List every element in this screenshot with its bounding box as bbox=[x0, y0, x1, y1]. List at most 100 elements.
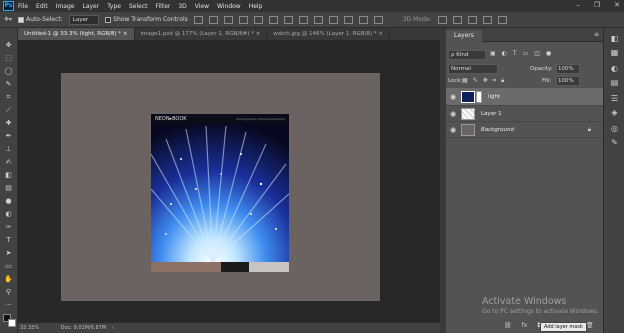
show-transform-checkbox[interactable]: Show Transform Controls bbox=[105, 16, 188, 23]
crop-tool-icon[interactable]: ⌗ bbox=[3, 93, 14, 102]
swatches-panel-icon[interactable]: ▦ bbox=[609, 48, 620, 58]
distribute-top-icon[interactable] bbox=[283, 15, 293, 24]
move-tool-preset-icon[interactable]: ✥▾ bbox=[4, 16, 12, 23]
layer-row-layer-1[interactable]: ◉ Layer 1 bbox=[446, 106, 603, 122]
lasso-tool-icon[interactable]: ◯ bbox=[3, 67, 14, 76]
align-top-icon[interactable] bbox=[193, 15, 203, 24]
quick-select-tool-icon[interactable]: ✎ bbox=[3, 80, 14, 89]
layer-1-image-strip[interactable] bbox=[151, 262, 289, 272]
healing-brush-tool-icon[interactable]: ✚ bbox=[3, 119, 14, 128]
zoom-tool-icon[interactable]: ⚲ bbox=[3, 288, 14, 297]
zoom-level[interactable]: 33.33% bbox=[20, 325, 39, 331]
light-burst-image[interactable]: NEON▸BOOK photographer name placeholder bbox=[151, 114, 289, 262]
distribute-vcenter-icon[interactable] bbox=[298, 15, 308, 24]
align-bottom-icon[interactable] bbox=[223, 15, 233, 24]
eraser-tool-icon[interactable]: ◧ bbox=[3, 171, 14, 180]
libraries-panel-icon[interactable]: ▤ bbox=[609, 78, 620, 88]
tab-watch[interactable]: watch.jpg @ 146% (Layer 1, RGB/8) * × bbox=[267, 28, 390, 40]
layer-name[interactable]: Layer 1 bbox=[481, 111, 502, 117]
smart-object-filter-icon[interactable]: ◫ bbox=[534, 50, 540, 57]
3d-scale-icon[interactable] bbox=[497, 15, 507, 24]
marquee-tool-icon[interactable]: ⬚ bbox=[3, 54, 14, 63]
brush-tool-icon[interactable]: ✒ bbox=[3, 132, 14, 141]
layers-tab[interactable]: Layers bbox=[446, 30, 482, 42]
adjustments-panel-icon[interactable]: ◐ bbox=[609, 64, 620, 74]
pixel-filter-icon[interactable]: ▣ bbox=[490, 50, 496, 57]
delete-layer-icon[interactable]: 🗑︎ bbox=[586, 322, 594, 329]
3d-drag-icon[interactable] bbox=[467, 15, 477, 24]
minimize-icon[interactable]: – bbox=[576, 1, 580, 9]
fill-input[interactable]: 100% bbox=[556, 76, 580, 86]
restore-icon[interactable]: ❐ bbox=[594, 1, 600, 9]
visibility-eye-icon[interactable]: ◉ bbox=[446, 110, 460, 118]
link-layers-icon[interactable]: ⛓ bbox=[504, 322, 512, 329]
auto-select-checkbox[interactable]: Auto-Select: bbox=[18, 16, 63, 23]
channels-panel-icon[interactable]: ◎ bbox=[609, 124, 620, 134]
lock-position-icon[interactable]: ✥ bbox=[483, 77, 488, 85]
pen-tool-icon[interactable]: ✑ bbox=[3, 223, 14, 232]
layer-row-light[interactable]: ◉ light bbox=[446, 88, 603, 106]
menu-view[interactable]: View bbox=[195, 3, 209, 10]
gradient-tool-icon[interactable]: ▤ bbox=[3, 184, 14, 193]
hand-tool-icon[interactable]: ✋ bbox=[3, 275, 14, 284]
clone-stamp-tool-icon[interactable]: ⊥ bbox=[3, 145, 14, 154]
menu-image[interactable]: Image bbox=[56, 3, 75, 10]
align-hcenter-icon[interactable] bbox=[253, 15, 263, 24]
layers-panel-icon[interactable]: ◈ bbox=[609, 108, 620, 118]
background-color-swatch[interactable] bbox=[8, 319, 16, 327]
lock-artboard-icon[interactable]: ⌗ bbox=[493, 77, 496, 85]
menu-edit[interactable]: Edit bbox=[36, 3, 48, 10]
type-filter-icon[interactable]: T bbox=[513, 50, 517, 57]
shape-filter-icon[interactable]: ▭ bbox=[523, 50, 529, 57]
3d-slide-icon[interactable] bbox=[482, 15, 492, 24]
menu-help[interactable]: Help bbox=[249, 3, 263, 10]
opacity-input[interactable]: 100% bbox=[556, 64, 580, 74]
layer-mask-thumbnail[interactable] bbox=[476, 90, 482, 103]
distribute-left-icon[interactable] bbox=[328, 15, 338, 24]
distribute-hcenter-icon[interactable] bbox=[343, 15, 353, 24]
menu-layer[interactable]: Layer bbox=[82, 3, 99, 10]
menu-select[interactable]: Select bbox=[129, 3, 148, 10]
adjustment-filter-icon[interactable]: ◐ bbox=[502, 50, 507, 57]
lock-image-icon[interactable]: ✎ bbox=[473, 77, 478, 85]
status-arrow-icon[interactable]: › bbox=[112, 325, 114, 331]
layer-name[interactable]: light bbox=[488, 94, 500, 100]
move-tool-icon[interactable]: ✥ bbox=[3, 41, 14, 50]
auto-select-dropdown[interactable]: Layer bbox=[68, 14, 100, 25]
menu-filter[interactable]: Filter bbox=[156, 3, 171, 10]
type-tool-icon[interactable]: T bbox=[3, 236, 14, 245]
fx-icon[interactable]: fx bbox=[522, 322, 528, 329]
auto-align-icon[interactable] bbox=[373, 15, 383, 24]
color-panel-icon[interactable]: ◧ bbox=[609, 34, 620, 44]
path-select-tool-icon[interactable]: ➤ bbox=[3, 249, 14, 258]
lock-transparent-icon[interactable]: ▦ bbox=[462, 77, 468, 85]
blur-tool-icon[interactable]: ● bbox=[3, 197, 14, 206]
menu-3d[interactable]: 3D bbox=[178, 3, 186, 10]
rectangle-tool-icon[interactable]: ▭ bbox=[3, 262, 14, 271]
kind-filter-dropdown[interactable]: ρ Kind bbox=[448, 50, 486, 60]
close-icon[interactable]: ✕ bbox=[614, 1, 620, 9]
menu-file[interactable]: File bbox=[18, 3, 28, 10]
history-brush-tool-icon[interactable]: ✍ bbox=[3, 158, 14, 167]
align-right-icon[interactable] bbox=[268, 15, 278, 24]
tab-image1[interactable]: image1.psd @ 177% (Layer 1, RGB/8#) * × bbox=[135, 28, 268, 40]
align-left-icon[interactable] bbox=[238, 15, 248, 24]
3d-roll-icon[interactable] bbox=[452, 15, 462, 24]
tab-untitled-1[interactable]: Untitled-1 @ 33.3% (light, RGB/8) * × bbox=[18, 28, 135, 40]
more-tools-icon[interactable]: ··· bbox=[3, 301, 14, 310]
distribute-right-icon[interactable] bbox=[358, 15, 368, 24]
distribute-bottom-icon[interactable] bbox=[313, 15, 323, 24]
panel-menu-icon[interactable]: ≡ bbox=[594, 31, 599, 38]
filter-toggle-icon[interactable]: ● bbox=[546, 50, 551, 57]
align-vcenter-icon[interactable] bbox=[208, 15, 218, 24]
blend-mode-dropdown[interactable]: Normal bbox=[448, 64, 498, 74]
lock-all-icon[interactable]: 🔒︎ bbox=[501, 77, 504, 85]
menu-type[interactable]: Type bbox=[107, 3, 121, 10]
menu-window[interactable]: Window bbox=[217, 3, 241, 10]
visibility-eye-icon[interactable]: ◉ bbox=[446, 126, 460, 134]
properties-panel-icon[interactable]: ☰ bbox=[609, 94, 620, 104]
layer-name[interactable]: Background bbox=[481, 127, 514, 133]
3d-rotate-icon[interactable] bbox=[437, 15, 447, 24]
eyedropper-tool-icon[interactable]: ⟋ bbox=[3, 106, 14, 115]
layer-row-background[interactable]: ◉ Background 🔒︎ bbox=[446, 122, 603, 138]
